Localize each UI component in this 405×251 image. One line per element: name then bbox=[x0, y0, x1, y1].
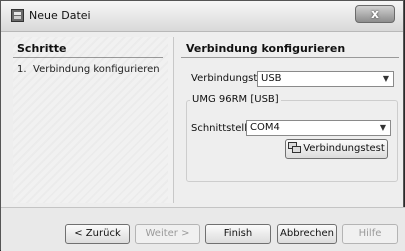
help-button[interactable]: Hilfe bbox=[342, 224, 398, 244]
window-title: Neue Datei bbox=[29, 9, 91, 22]
chevron-down-icon: ▼ bbox=[382, 74, 389, 83]
close-button[interactable]: x bbox=[355, 5, 395, 23]
device-group-title: UMG 96RM [USB] bbox=[190, 94, 281, 105]
cancel-button[interactable]: Abbrechen bbox=[277, 224, 337, 244]
connection-test-button[interactable]: Verbindungstest bbox=[285, 139, 388, 159]
interface-label: Schnittstelle bbox=[191, 123, 254, 134]
title-bar: Neue Datei x bbox=[1, 1, 403, 32]
interface-value: COM4 bbox=[250, 122, 280, 133]
step-label: Verbindung konfigurieren bbox=[33, 64, 160, 75]
page-title: Verbindung konfigurieren bbox=[186, 42, 346, 55]
steps-pane: Schritte 1. Verbindung konfigurieren bbox=[13, 37, 174, 203]
steps-title: Schritte bbox=[17, 42, 67, 55]
page-title-divider bbox=[181, 57, 399, 58]
chevron-down-icon: ▼ bbox=[379, 123, 386, 132]
finish-button[interactable]: Finish bbox=[205, 224, 271, 244]
connection-type-value: USB bbox=[261, 73, 282, 84]
connection-type-select[interactable]: USB ▼ bbox=[257, 71, 394, 87]
application-icon bbox=[11, 9, 24, 22]
next-button[interactable]: Weiter > bbox=[135, 224, 200, 244]
step-number: 1. bbox=[17, 64, 27, 75]
back-button[interactable]: < Zurück bbox=[65, 224, 130, 244]
wizard-window: Neue Datei x Schritte 1. Verbindung konf… bbox=[0, 0, 405, 251]
connection-test-label: Verbindungstest bbox=[303, 143, 385, 154]
network-test-icon bbox=[288, 142, 302, 153]
close-icon: x bbox=[371, 7, 379, 21]
steps-divider bbox=[13, 57, 163, 58]
interface-select[interactable]: COM4 ▼ bbox=[246, 120, 391, 136]
